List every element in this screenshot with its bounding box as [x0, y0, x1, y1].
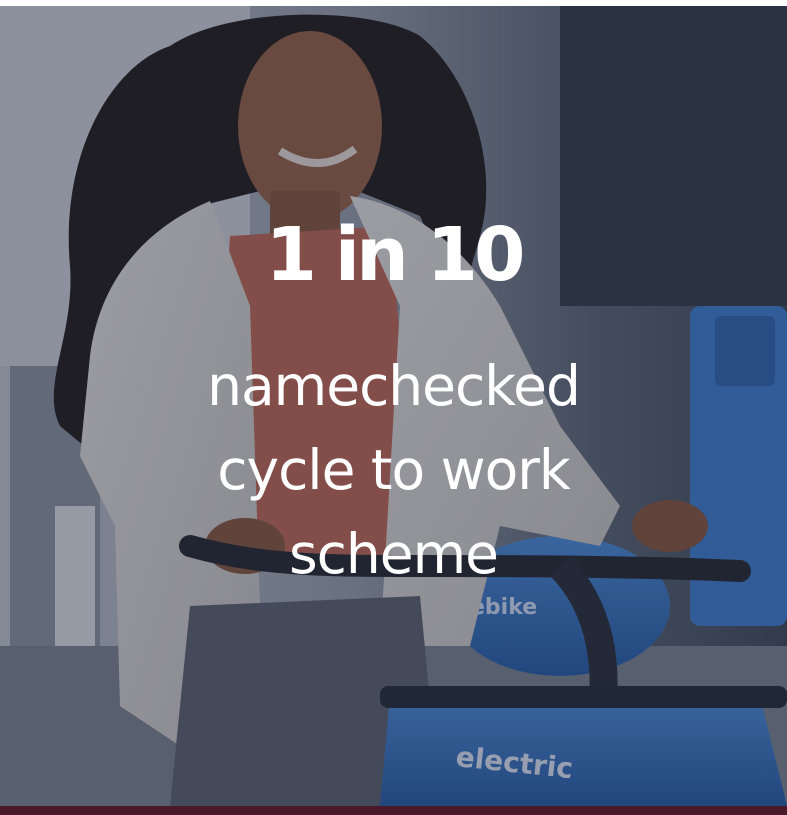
promo-card: ebike electric 1 in 10 namechecked cycle… — [0, 6, 787, 806]
stat-caption: namechecked cycle to work scheme — [0, 344, 787, 596]
caption-line-3: scheme — [288, 522, 499, 586]
stat-headline: 1 in 10 — [265, 212, 525, 298]
caption-line-1: namechecked — [207, 354, 581, 418]
caption-line-2: cycle to work — [217, 438, 570, 502]
footer-bar — [0, 806, 787, 815]
